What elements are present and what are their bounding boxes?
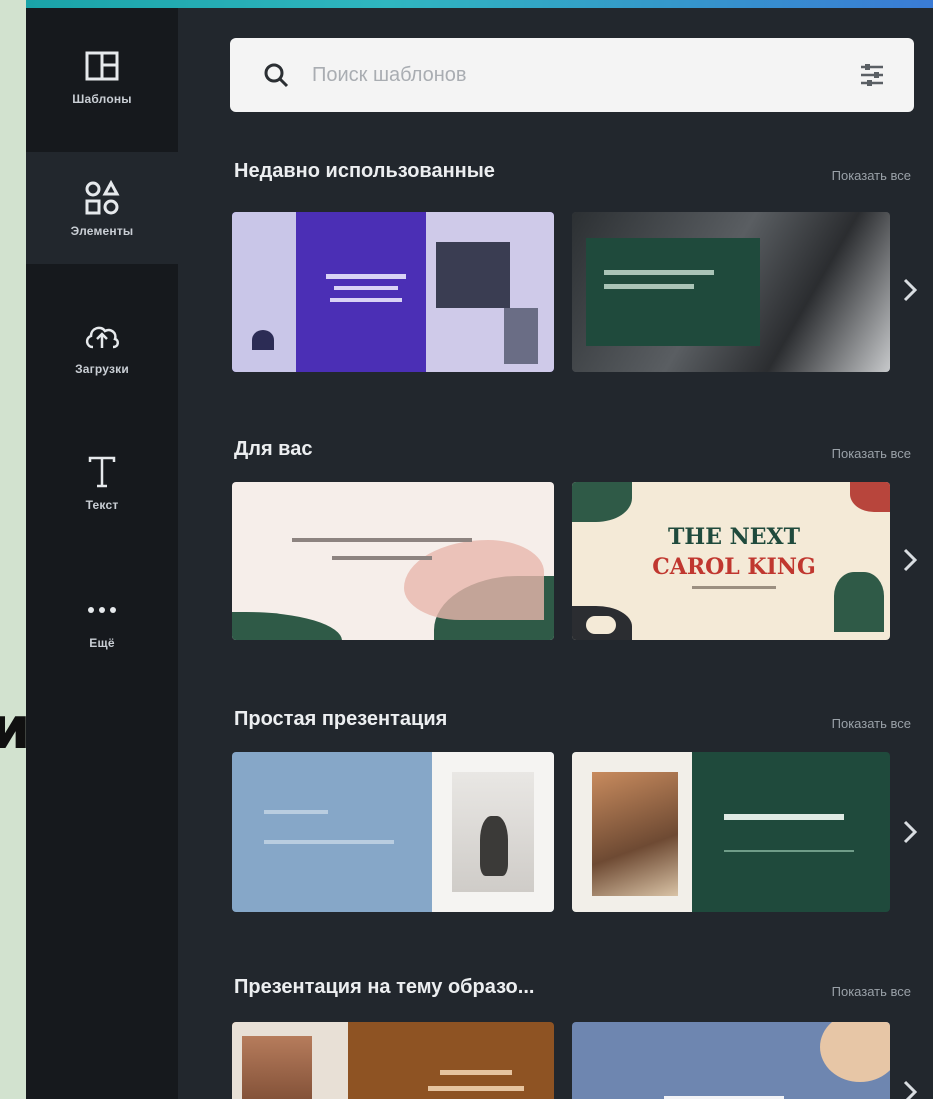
sidebar-item-label: Текст [85,498,119,512]
card-text-line [692,586,776,589]
card-text-line [604,270,714,275]
section-title-recent: Недавно использованные [234,160,495,182]
sidebar-item-label: Ещё [89,636,115,650]
chevron-right-icon[interactable] [898,538,922,582]
card-shape [404,540,544,620]
show-all-link[interactable]: Показать все [832,168,911,183]
filter-icon[interactable] [852,55,892,95]
template-card[interactable] [572,752,890,912]
template-card[interactable]: THE NEXT CAROL KING [572,482,890,640]
card-text-line [440,1070,512,1075]
search-icon [256,55,296,95]
sidebar-item-elements[interactable]: Элементы [26,152,178,264]
search-input[interactable]: Поиск шаблонов [312,64,852,87]
card-text-line [604,284,694,289]
sidebar-item-label: Шаблоны [72,92,132,106]
card-text-line [326,274,406,279]
card-text-line [264,840,394,844]
text-icon [82,452,122,492]
show-all-link[interactable]: Показать все [832,984,911,999]
card-text-line [428,1086,524,1091]
card-title-line: CAROL KING [652,554,816,580]
chevron-right-icon[interactable] [898,268,922,312]
card-photo [592,772,678,896]
top-accent-bar [26,0,933,8]
search-box[interactable]: Поиск шаблонов [230,38,914,112]
chevron-right-icon[interactable] [898,1070,922,1099]
sidebar: Шаблоны Элементы Загрузки Текст Ещё [26,8,178,1099]
card-shape [232,612,342,640]
show-all-link[interactable]: Показать все [832,446,911,461]
card-photo [242,1036,312,1099]
card-leaf [850,482,890,512]
sidebar-item-text[interactable]: Текст [26,426,178,538]
section-title-for-you: Для вас [234,438,313,460]
card-leaf [572,482,632,522]
card-title-line: THE NEXT [668,524,800,550]
section-title-simple: Простая презентация [234,708,448,730]
card-shape [820,1022,890,1082]
card-text-line [292,538,472,542]
upload-cloud-icon [82,316,122,356]
card-text-line [330,298,402,302]
card-text-line [332,556,432,560]
sidebar-item-uploads[interactable]: Загрузки [26,290,178,402]
card-text-line [724,814,844,820]
card-plant [834,572,884,632]
templates-panel: Шаблоны Элементы Загрузки Текст Ещё Поис… [26,0,933,1099]
card-graphic [252,330,274,350]
card-text-line [264,810,328,814]
card-figure [480,816,508,876]
elements-icon [82,178,122,218]
sidebar-item-label: Элементы [70,224,134,238]
partial-letter: и [0,696,26,760]
card-green-panel [586,238,760,346]
template-card[interactable] [232,1022,554,1099]
template-card[interactable] [232,212,554,372]
show-all-link[interactable]: Показать все [832,716,911,731]
card-text-line [334,286,398,290]
sidebar-item-label: Загрузки [75,362,129,376]
template-card[interactable] [232,482,554,640]
background-strip [0,0,26,1099]
more-icon [82,590,122,630]
templates-icon [82,46,122,86]
template-card[interactable] [232,752,554,912]
chevron-right-icon[interactable] [898,810,922,854]
play-icon [586,616,616,634]
sidebar-item-more[interactable]: Ещё [26,564,178,676]
section-title-education: Презентация на тему образо... [234,976,535,998]
sidebar-item-templates[interactable]: Шаблоны [26,20,178,132]
template-card[interactable] [572,212,890,372]
card-photo [504,308,538,364]
card-divider [724,850,854,852]
template-card[interactable] [572,1022,890,1099]
card-photo [436,242,510,308]
